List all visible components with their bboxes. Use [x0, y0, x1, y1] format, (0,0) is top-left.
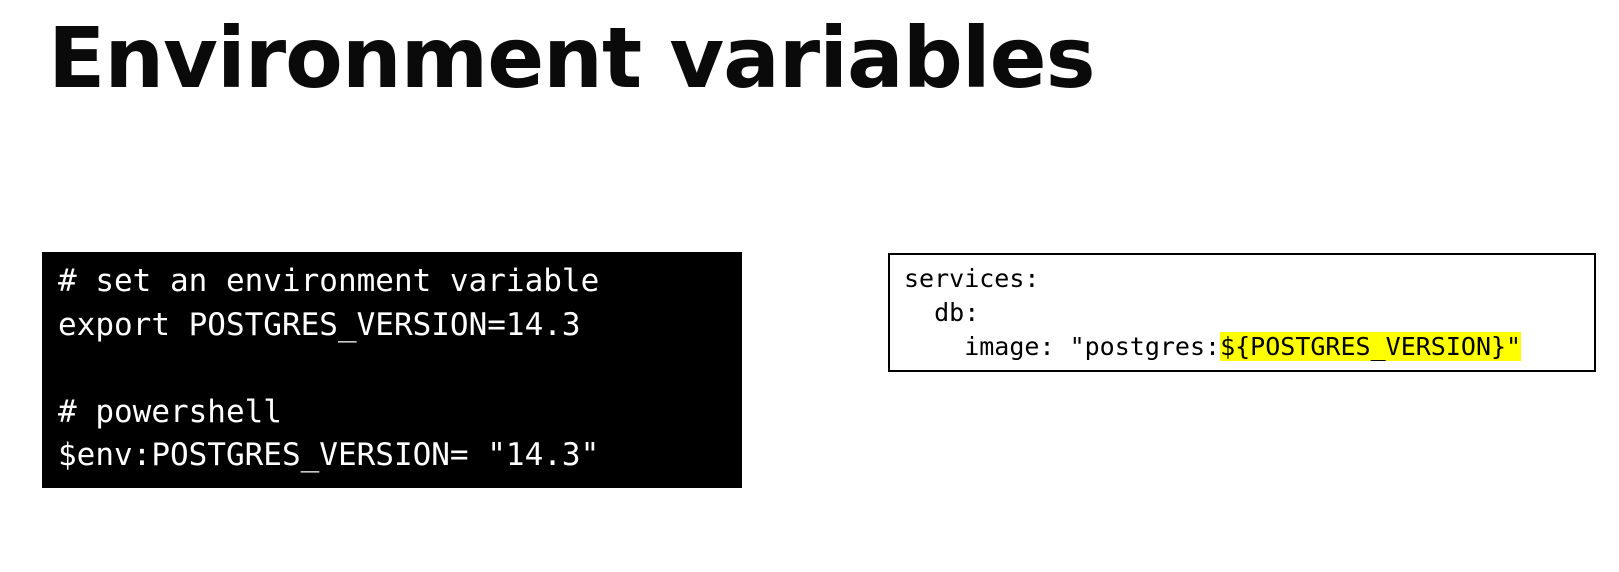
powershell-comment-line: # powershell: [58, 393, 282, 430]
powershell-env-line: $env:POSTGRES_VERSION= "14.3": [58, 437, 600, 473]
compose-code-block: services: db: image: "postgres:${POSTGRE…: [888, 253, 1596, 372]
yaml-variable-highlight: ${POSTGRES_VERSION}": [1220, 332, 1522, 361]
shell-code-block: # set an environment variable export POS…: [42, 252, 742, 488]
shell-comment-line: # set an environment variable: [58, 263, 600, 299]
shell-export-line: export POSTGRES_VERSION=14.3: [58, 306, 581, 343]
slide-title: Environment variables: [48, 9, 1096, 107]
yaml-db-line: db:: [904, 298, 980, 327]
yaml-image-prefix: image: "postgres:: [904, 332, 1221, 361]
yaml-services-line: services:: [904, 264, 1040, 293]
yaml-image-line: image: "postgres:${POSTGRES_VERSION}": [904, 330, 1580, 364]
shell-blank-line: [58, 347, 726, 391]
